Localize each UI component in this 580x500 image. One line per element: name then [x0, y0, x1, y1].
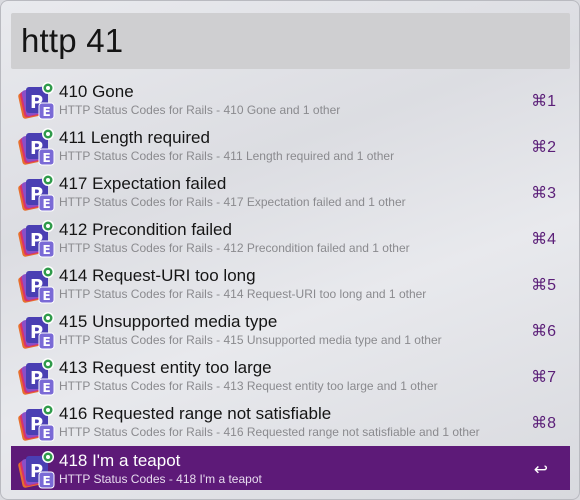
dash-docset-icon: P E — [17, 173, 57, 213]
svg-text:E: E — [43, 151, 51, 165]
results-list: P E 410 Gone HTTP Status Codes for Rails… — [11, 77, 570, 490]
result-subtitle: HTTP Status Codes for Rails - 411 Length… — [59, 149, 395, 163]
svg-text:E: E — [43, 197, 51, 211]
result-subtitle: HTTP Status Codes for Rails - 412 Precon… — [59, 241, 410, 255]
result-row[interactable]: P E 413 Request entity too large HTTP St… — [11, 353, 570, 399]
return-key-icon: ↩ — [533, 460, 548, 479]
dash-docset-icon: P E — [17, 403, 57, 443]
dash-docset-icon: P E — [17, 311, 57, 351]
dash-docset-icon: P E — [17, 127, 57, 167]
dash-docset-icon: P E — [17, 219, 57, 259]
result-shortcut: ⌘2 — [531, 139, 556, 156]
result-row[interactable]: P E 414 Request-URI too long HTTP Status… — [11, 261, 570, 307]
result-subtitle: HTTP Status Codes for Rails - 417 Expect… — [59, 195, 406, 209]
svg-text:E: E — [43, 381, 51, 395]
result-subtitle: HTTP Status Codes for Rails - 416 Reques… — [59, 425, 480, 439]
result-row[interactable]: P E 411 Length required HTTP Status Code… — [11, 123, 570, 169]
result-subtitle: HTTP Status Codes for Rails - 415 Unsupp… — [59, 333, 442, 347]
result-title: 414 Request-URI too long — [59, 266, 256, 285]
dash-docset-icon: P E — [17, 81, 57, 121]
result-shortcut: ⌘6 — [531, 323, 556, 340]
result-title: 413 Request entity too large — [59, 358, 272, 377]
result-title: 410 Gone — [59, 82, 134, 101]
result-row[interactable]: P E 417 Expectation failed HTTP Status C… — [11, 169, 570, 215]
svg-text:E: E — [43, 243, 51, 257]
dash-docset-icon: P E — [17, 357, 57, 397]
result-title: 418 I'm a teapot — [59, 451, 181, 470]
svg-text:E: E — [43, 105, 51, 119]
result-title: 412 Precondition failed — [59, 220, 232, 239]
dash-docset-icon: P E — [17, 265, 57, 305]
result-row[interactable]: P E 415 Unsupported media type HTTP Stat… — [11, 307, 570, 353]
result-shortcut: ⌘8 — [531, 415, 556, 432]
search-field[interactable]: http 41 — [11, 13, 570, 69]
result-shortcut: ⌘7 — [531, 369, 556, 386]
result-title: 417 Expectation failed — [59, 174, 227, 193]
result-subtitle: HTTP Status Codes for Rails - 414 Reques… — [59, 287, 427, 301]
result-shortcut: ⌘3 — [531, 185, 556, 202]
launcher-window: http 41 P E 410 Gone HTTP Status Codes f… — [0, 0, 580, 500]
result-title: 415 Unsupported media type — [59, 312, 278, 331]
dash-docset-icon: P E — [17, 450, 57, 490]
svg-text:E: E — [43, 427, 51, 441]
result-row-selected[interactable]: P E 418 I'm a teapot HTTP Status Codes -… — [11, 446, 570, 490]
search-input[interactable]: http 41 — [21, 22, 123, 60]
result-shortcut: ⌘5 — [531, 277, 556, 294]
svg-text:E: E — [43, 474, 51, 488]
result-row[interactable]: P E 410 Gone HTTP Status Codes for Rails… — [11, 77, 570, 123]
svg-text:E: E — [43, 289, 51, 303]
result-title: 411 Length required — [59, 128, 210, 147]
svg-text:E: E — [43, 335, 51, 349]
result-subtitle: HTTP Status Codes for Rails - 410 Gone a… — [59, 103, 341, 117]
result-row[interactable]: P E 416 Requested range not satisfiable … — [11, 399, 570, 445]
result-subtitle: HTTP Status Codes for Rails - 413 Reques… — [59, 379, 438, 393]
result-shortcut: ⌘1 — [531, 93, 556, 110]
result-shortcut: ⌘4 — [531, 231, 556, 248]
result-title: 416 Requested range not satisfiable — [59, 404, 332, 423]
result-row[interactable]: P E 412 Precondition failed HTTP Status … — [11, 215, 570, 261]
result-subtitle: HTTP Status Codes - 418 I'm a teapot — [59, 472, 262, 486]
